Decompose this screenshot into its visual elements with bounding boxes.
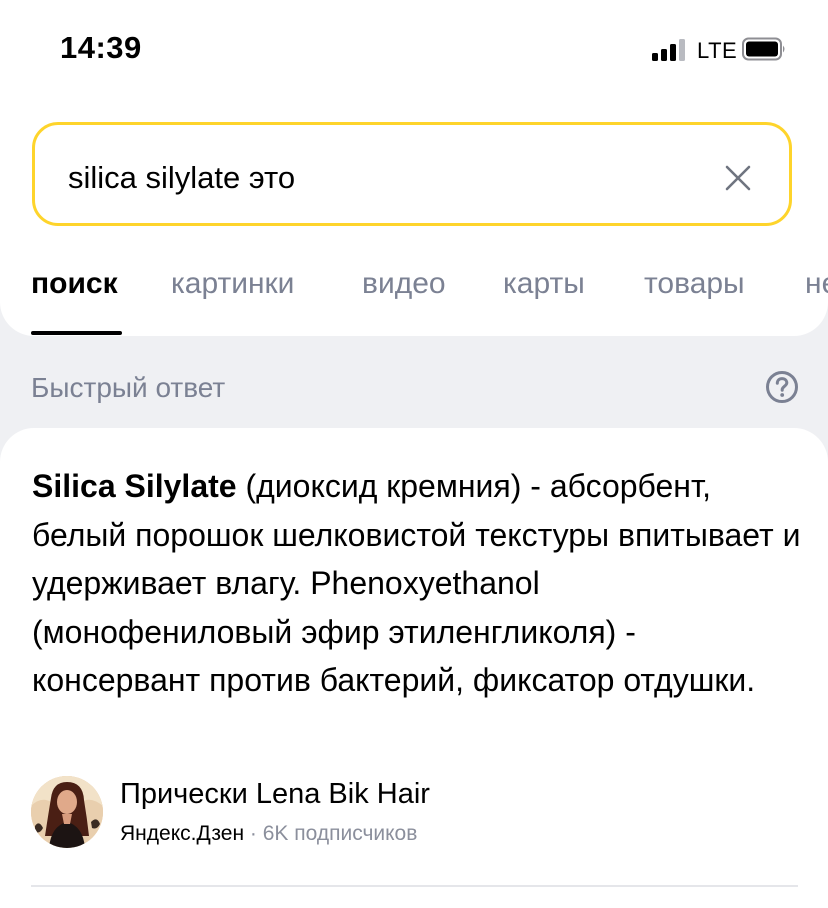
source-platform: Яндекс.Дзен: [120, 822, 245, 845]
quick-answer-card: Silica Silylate (диоксид кремния) - абсо…: [0, 428, 828, 908]
meta-separator: ·: [249, 822, 257, 845]
clear-icon[interactable]: [725, 165, 751, 191]
battery-icon: [742, 37, 785, 61]
tab-products[interactable]: товары: [644, 267, 745, 301]
source-meta: Яндекс.Дзен · 6K подписчиков: [120, 822, 417, 846]
signal-strength-icon: [652, 39, 690, 61]
help-icon[interactable]: [765, 370, 799, 404]
source-name[interactable]: Прически Lena Bik Hair: [120, 778, 430, 811]
quick-answer-label: Быстрый ответ: [31, 372, 226, 403]
subscriber-count: 6K подписчиков: [262, 822, 418, 845]
answer-source[interactable]: Прически Lena Bik Hair Яндекс.Дзен · 6K …: [31, 776, 801, 852]
search-input[interactable]: silica silylate это: [32, 122, 792, 226]
tab-maps[interactable]: карты: [503, 267, 585, 301]
network-type: LTE: [697, 38, 738, 63]
search-tabs: поиск картинки видео карты товары не: [0, 262, 828, 336]
tab-video[interactable]: видео: [362, 267, 446, 301]
quick-answer-term: Silica Silylate: [32, 468, 237, 504]
divider: [31, 885, 798, 887]
tab-images[interactable]: картинки: [171, 267, 294, 301]
search-query-text[interactable]: silica silylate это: [68, 160, 295, 196]
status-time: 14:39: [60, 30, 142, 65]
active-tab-indicator: [31, 331, 122, 335]
search-header: 14:39 LTE silica silylate это поиск карт…: [0, 0, 828, 336]
tab-search[interactable]: поиск: [31, 267, 118, 301]
quick-answer-text: Silica Silylate (диоксид кремния) - абсо…: [32, 462, 802, 705]
avatar[interactable]: [31, 776, 103, 848]
tab-more[interactable]: не: [805, 267, 828, 301]
status-bar: 14:39 LTE: [0, 0, 828, 100]
